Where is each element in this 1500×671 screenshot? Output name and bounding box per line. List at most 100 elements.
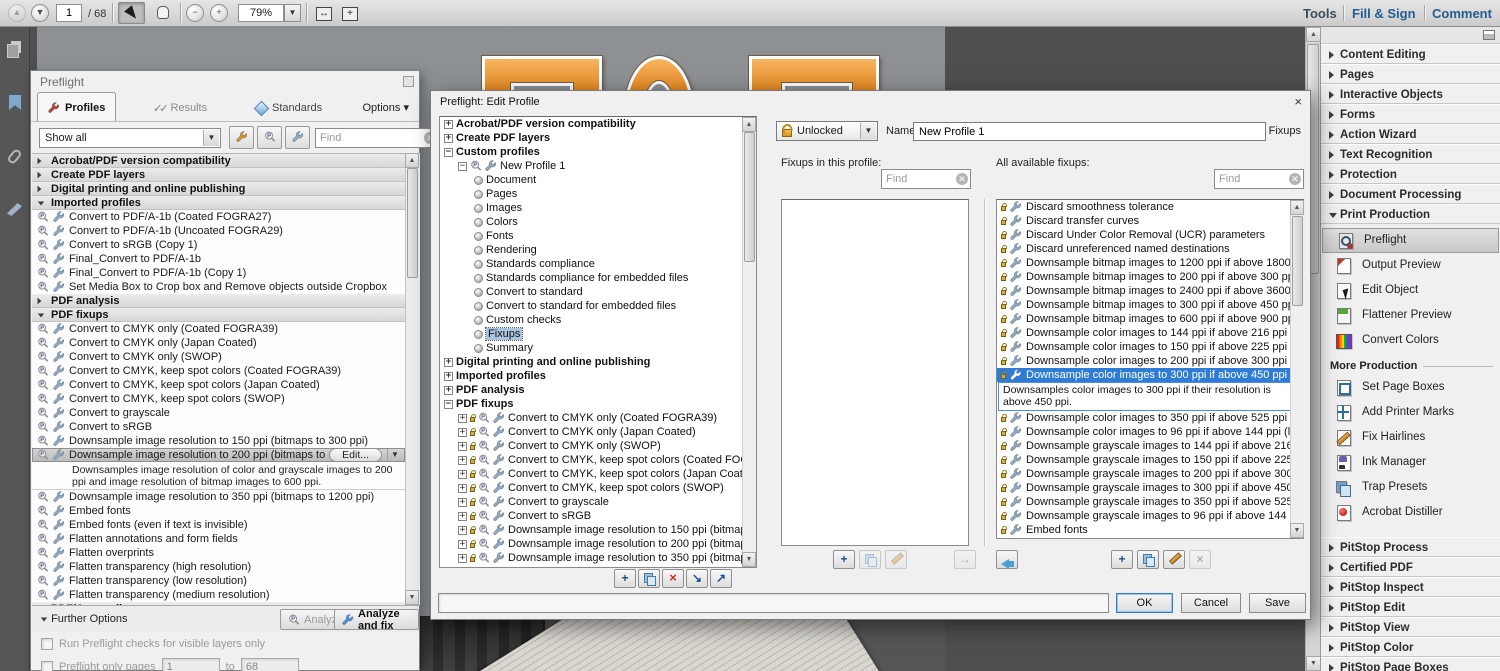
- page-thumbnails-icon[interactable]: [7, 41, 23, 57]
- signatures-icon[interactable]: [7, 203, 22, 216]
- expand-box-icon[interactable]: +: [458, 428, 467, 437]
- page-to-input[interactable]: [241, 658, 299, 671]
- zoom-dropdown-icon[interactable]: ▼: [284, 4, 301, 22]
- tree-group-row[interactable]: +Acrobat/PDF version compatibility: [440, 117, 756, 131]
- expand-box-icon[interactable]: +: [444, 134, 453, 143]
- profile-list-item[interactable]: PDownsample image resolution to 350 ppi …: [32, 490, 405, 504]
- page-down-icon[interactable]: ▼: [31, 4, 49, 22]
- zoom-in-icon[interactable]: +: [210, 4, 228, 22]
- profile-list-item[interactable]: PDownsample image resolution to 150 ppi …: [32, 434, 405, 448]
- profile-list-item[interactable]: PFinal_Convert to PDF/A-1b: [32, 252, 405, 266]
- profile-list-item[interactable]: PConvert to sRGB: [32, 420, 405, 434]
- profile-list-item[interactable]: PConvert to CMYK only (SWOP): [32, 350, 405, 364]
- comment-button[interactable]: Comment: [1432, 6, 1492, 21]
- profile-list-item[interactable]: PSet Media Box to Crop box and Remove ob…: [32, 280, 405, 294]
- profile-list-item[interactable]: PFinal_Convert to PDF/A-1b (Copy 1): [32, 266, 405, 280]
- tree-fixup-row[interactable]: +PConvert to sRGB: [440, 509, 756, 523]
- move-fixup-right-button[interactable]: →: [954, 550, 976, 569]
- fit-width-icon[interactable]: ↔: [312, 3, 336, 23]
- profile-list-item[interactable]: PFlatten overprints: [32, 546, 405, 560]
- tool-distiller[interactable]: Acrobat Distiller: [1321, 500, 1500, 525]
- hand-tool-icon[interactable]: [149, 2, 176, 24]
- tree-check-row[interactable]: Convert to standard for embedded files: [440, 299, 756, 313]
- profile-group-view-icon[interactable]: [229, 126, 254, 149]
- available-fixup-item[interactable]: Downsample bitmap images to 1200 ppi if …: [997, 256, 1303, 270]
- tool-flattener[interactable]: Flattener Preview: [1321, 303, 1500, 328]
- sidebar-panel-pitstop-color[interactable]: PitStop Color: [1321, 637, 1500, 657]
- page-range-checkbox[interactable]: [41, 661, 53, 671]
- zoom-level-value[interactable]: 79%: [238, 4, 284, 22]
- profile-list-item[interactable]: PDownsample image resolution to 200 ppi …: [32, 448, 405, 462]
- profile-list-item[interactable]: PConvert to PDF/A-1b (Uncoated FOGRA29): [32, 224, 405, 238]
- profile-list-item[interactable]: PConvert to CMYK, keep spot colors (Japa…: [32, 378, 405, 392]
- add-available-fixup-button[interactable]: +: [1111, 550, 1133, 569]
- scrollbar-thumb[interactable]: [407, 168, 418, 278]
- available-fixups-find-input[interactable]: [1215, 170, 1287, 188]
- zoom-out-icon[interactable]: −: [186, 4, 204, 22]
- tab-standards[interactable]: Standards: [246, 95, 332, 121]
- profile-list-item[interactable]: PConvert to CMYK, keep spot colors (SWOP…: [32, 392, 405, 406]
- tree-check-row[interactable]: Document: [440, 173, 756, 187]
- profile-group-header[interactable]: PDF fixups: [32, 308, 405, 322]
- lock-state-dropdown[interactable]: Unlocked ▼: [776, 121, 878, 141]
- tree-group-row[interactable]: −Custom profiles: [440, 145, 756, 159]
- edit-profile-button[interactable]: Edit...: [329, 448, 382, 462]
- collapse-box-icon[interactable]: −: [444, 400, 453, 409]
- select-tool-icon[interactable]: [118, 2, 145, 24]
- profile-list-item[interactable]: PFlatten transparency (high resolution): [32, 560, 405, 574]
- collapse-arrow-icon[interactable]: [38, 202, 44, 206]
- expand-box-icon[interactable]: +: [458, 526, 467, 535]
- profile-list-item[interactable]: PConvert to grayscale: [32, 406, 405, 420]
- edit-fixup-button[interactable]: [885, 550, 907, 569]
- tab-results[interactable]: ✓✓ Results: [143, 95, 217, 121]
- tree-fixup-row[interactable]: +PConvert to CMYK, keep spot colors (Jap…: [440, 467, 756, 481]
- sidebar-panel-pitstop-view[interactable]: PitStop View: [1321, 617, 1500, 637]
- fill-and-sign-button[interactable]: Fill & Sign: [1352, 6, 1416, 21]
- visible-layers-checkbox[interactable]: [41, 638, 53, 650]
- cancel-button[interactable]: Cancel: [1181, 593, 1241, 613]
- profile-list-item[interactable]: PFlatten transparency (medium resolution…: [32, 588, 405, 602]
- chevron-down-icon[interactable]: ▼: [203, 130, 219, 146]
- tool-ink-manager[interactable]: Ink Manager: [1321, 450, 1500, 475]
- sidebar-panel-interactive-objects[interactable]: Interactive Objects: [1321, 84, 1500, 104]
- profile-list-scrollbar[interactable]: ▲ ▼: [405, 153, 420, 605]
- tool-edit-object[interactable]: Edit Object: [1321, 278, 1500, 303]
- available-fixup-item[interactable]: Downsample bitmap images to 600 ppi if a…: [997, 312, 1303, 326]
- sidebar-panel-certified-pdf[interactable]: Certified PDF: [1321, 557, 1500, 577]
- tree-scrollbar[interactable]: ▲ ▼: [742, 117, 756, 567]
- add-profile-button[interactable]: +: [614, 569, 636, 588]
- tree-fixup-row[interactable]: +PDownsample image resolution to 150 ppi…: [440, 523, 756, 537]
- expand-arrow-icon[interactable]: [38, 158, 42, 164]
- scroll-down-icon[interactable]: ▼: [1290, 523, 1304, 538]
- profile-list-item[interactable]: PConvert to CMYK, keep spot colors (Coat…: [32, 364, 405, 378]
- scroll-down-icon[interactable]: ▼: [1306, 656, 1321, 671]
- available-fixup-item[interactable]: Discard smoothness tolerance: [997, 200, 1303, 214]
- scroll-up-icon[interactable]: ▲: [1306, 27, 1321, 42]
- expand-box-icon[interactable]: +: [458, 540, 467, 549]
- tree-fixup-row[interactable]: +PDownsample image resolution to 200 ppi…: [440, 537, 756, 551]
- move-fixup-to-profile-button[interactable]: [996, 550, 1018, 569]
- duplicate-available-fixup-button[interactable]: [1137, 550, 1159, 569]
- profile-list-item[interactable]: PConvert to CMYK only (Japan Coated): [32, 336, 405, 350]
- scroll-down-icon[interactable]: ▼: [742, 552, 756, 567]
- tree-check-row[interactable]: Custom checks: [440, 313, 756, 327]
- expand-box-icon[interactable]: +: [444, 372, 453, 381]
- profile-fixups-find-input[interactable]: [882, 170, 954, 188]
- tab-profiles[interactable]: Profiles: [37, 92, 116, 122]
- panel-close-icon[interactable]: [403, 76, 414, 87]
- tree-fixup-row[interactable]: +PDownsample image resolution to 350 ppi…: [440, 551, 756, 565]
- clear-search-icon[interactable]: ✕: [1289, 173, 1301, 185]
- options-menu-button[interactable]: Options ▾: [363, 101, 410, 114]
- analyze-view-icon[interactable]: P: [257, 126, 282, 149]
- expand-box-icon[interactable]: +: [444, 358, 453, 367]
- expand-arrow-icon[interactable]: [38, 172, 42, 178]
- fit-page-icon[interactable]: +: [338, 3, 362, 23]
- collapse-arrow-icon[interactable]: [38, 314, 44, 318]
- profile-list-item[interactable]: PConvert to sRGB (Copy 1): [32, 238, 405, 252]
- edit-available-fixup-button[interactable]: [1163, 550, 1185, 569]
- tree-check-row[interactable]: Pages: [440, 187, 756, 201]
- tools-button[interactable]: Tools: [1303, 6, 1337, 21]
- available-fixup-item[interactable]: Downsample bitmap images to 2400 ppi if …: [997, 284, 1303, 298]
- available-fixup-item[interactable]: Downsample color images to 144 ppi if ab…: [997, 326, 1303, 340]
- show-filter-dropdown[interactable]: Show all ▼: [39, 128, 221, 148]
